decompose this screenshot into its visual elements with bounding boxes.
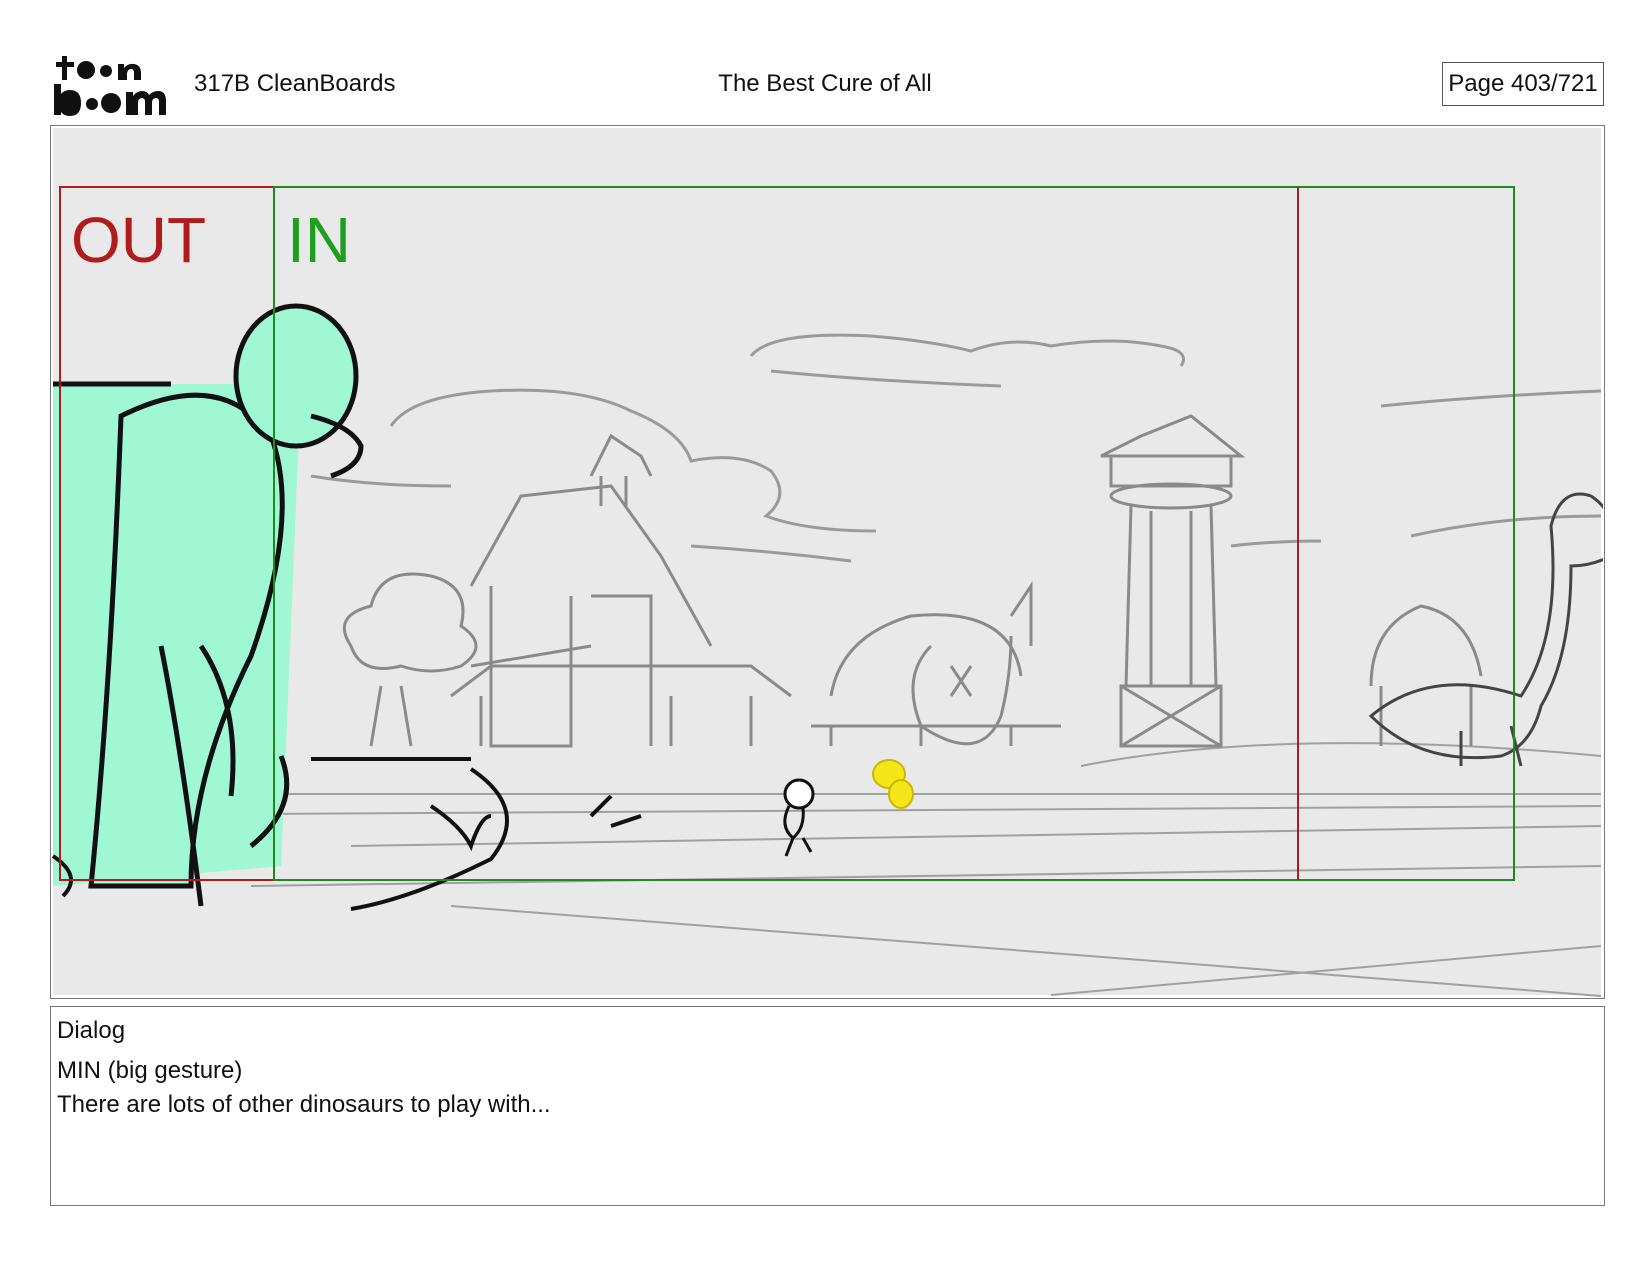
in-label: IN [287,204,351,276]
page-counter: Page 403/721 [1442,62,1604,106]
dialog-box: Dialog MIN (big gesture) There are lots … [50,1006,1605,1206]
dialog-heading: Dialog [57,1017,126,1044]
dialog-speaker: MIN (big gesture) [57,1057,243,1084]
panel-drawing: OUT IN [51,128,1603,997]
dialog-line: There are lots of other dinosaurs to pla… [57,1091,551,1118]
episode-title: The Best Cure of All [718,70,932,97]
storyboard-panel: OUT IN [50,125,1605,999]
out-label: OUT [71,204,206,276]
